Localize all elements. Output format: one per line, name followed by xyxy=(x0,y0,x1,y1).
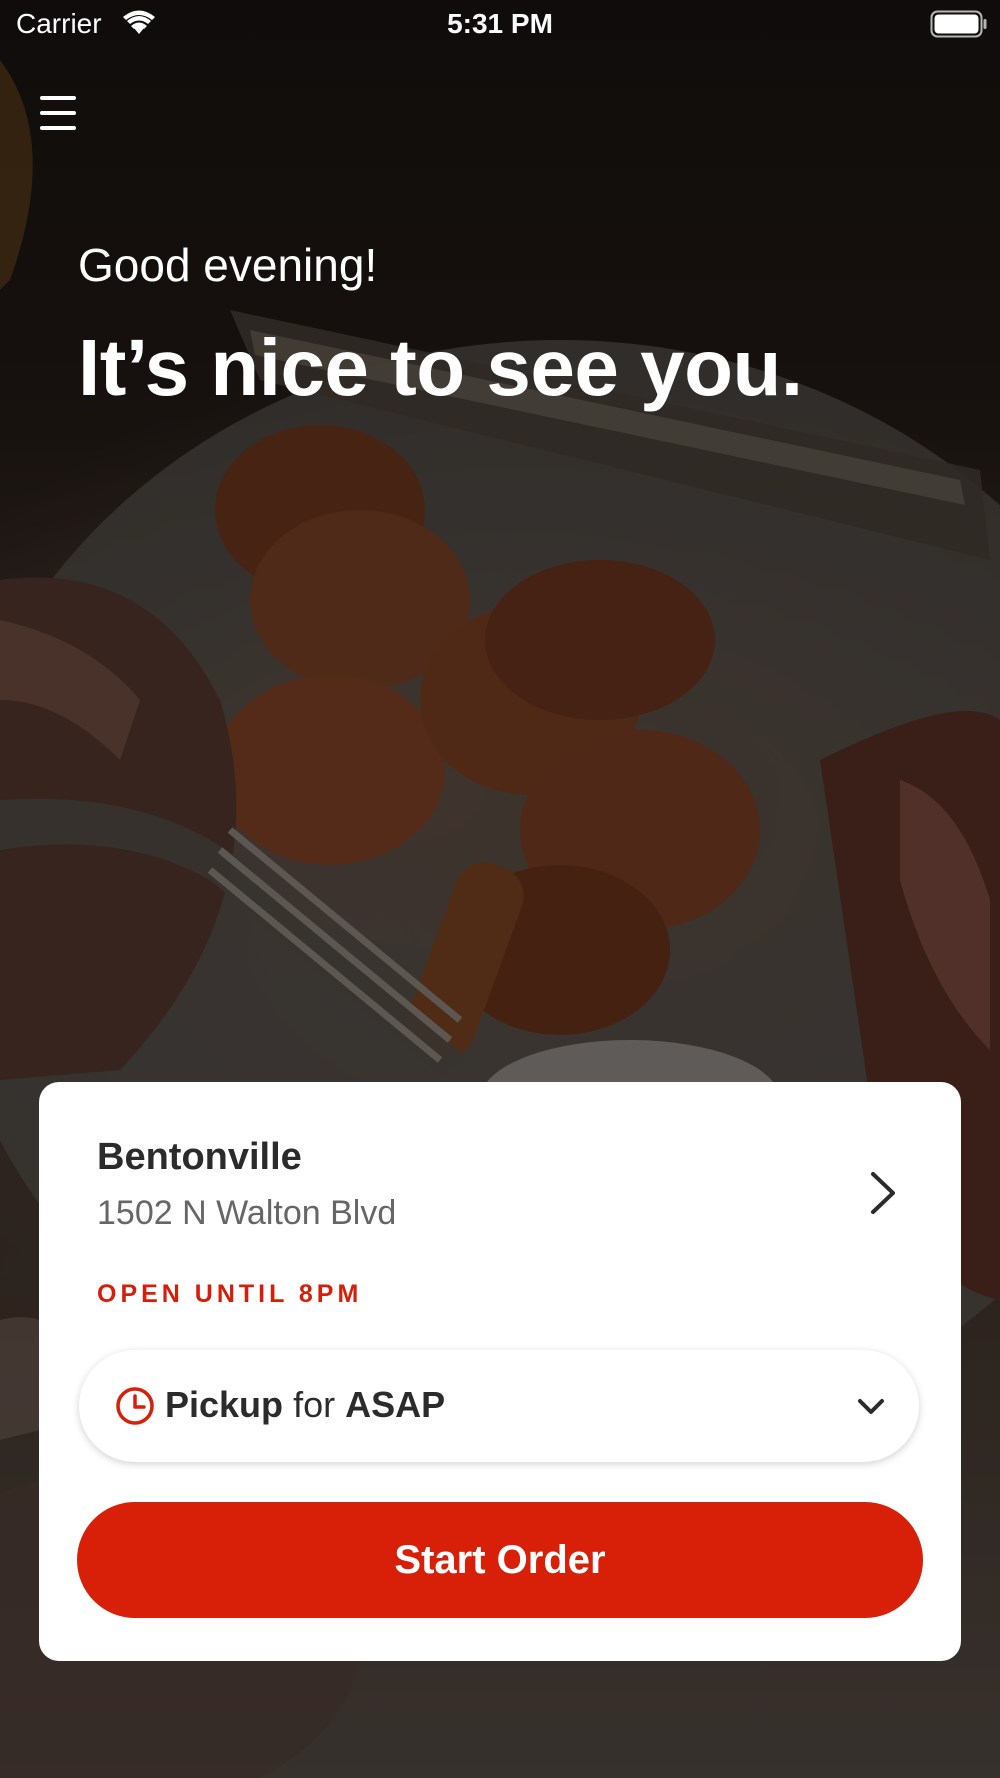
open-status-label: OPEN UNTIL 8PM xyxy=(97,1280,363,1308)
status-time: 5:31 PM xyxy=(447,8,553,39)
pickup-connector: for xyxy=(293,1384,336,1425)
pickup-time: ASAP xyxy=(345,1384,446,1425)
pickup-mode: Pickup xyxy=(165,1384,284,1425)
hamburger-menu-icon[interactable] xyxy=(32,88,84,138)
clock-icon xyxy=(115,1386,155,1426)
store-address: 1502 N Walton Blvd xyxy=(97,1194,397,1232)
status-bar: Carrier 5:31 PM xyxy=(0,0,1000,50)
start-order-button[interactable]: Start Order xyxy=(77,1502,923,1618)
headline-text: It’s nice to see you. xyxy=(78,323,803,412)
battery-icon xyxy=(930,10,988,43)
greeting-text: Good evening! xyxy=(78,239,378,291)
location-card: Bentonville 1502 N Walton Blvd OPEN UNTI… xyxy=(39,1082,961,1661)
store-name[interactable]: Bentonville xyxy=(97,1136,302,1179)
pickup-time-selector[interactable]: Pickup for ASAP xyxy=(79,1350,919,1462)
chevron-right-icon[interactable] xyxy=(863,1166,903,1220)
chevron-down-icon xyxy=(855,1390,887,1422)
pickup-summary: Pickup for ASAP xyxy=(165,1384,445,1426)
